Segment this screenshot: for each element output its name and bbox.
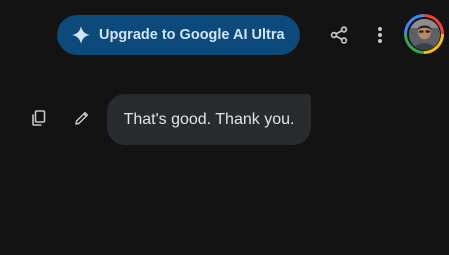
edit-icon	[75, 111, 89, 125]
copy-icon	[32, 110, 46, 126]
gemini-spark-icon	[71, 25, 91, 45]
user-message-bubble: That's good. Thank you.	[107, 94, 311, 145]
edit-button[interactable]	[68, 104, 96, 132]
user-message-text: That's good. Thank you.	[123, 110, 295, 128]
user-avatar[interactable]	[404, 14, 444, 54]
more-options-button[interactable]	[366, 21, 394, 49]
chat-page: Upgrade to Google AI Ultra That's good. …	[0, 0, 449, 255]
upgrade-button[interactable]: Upgrade to Google AI Ultra	[57, 15, 300, 55]
upgrade-button-label: Upgrade to Google AI Ultra	[99, 27, 285, 43]
avatar-photo	[408, 18, 440, 50]
share-icon	[330, 26, 348, 44]
more-vert-icon	[378, 27, 382, 43]
copy-button[interactable]	[25, 104, 53, 132]
avatar-ring-gap	[407, 17, 441, 51]
share-button[interactable]	[325, 21, 353, 49]
